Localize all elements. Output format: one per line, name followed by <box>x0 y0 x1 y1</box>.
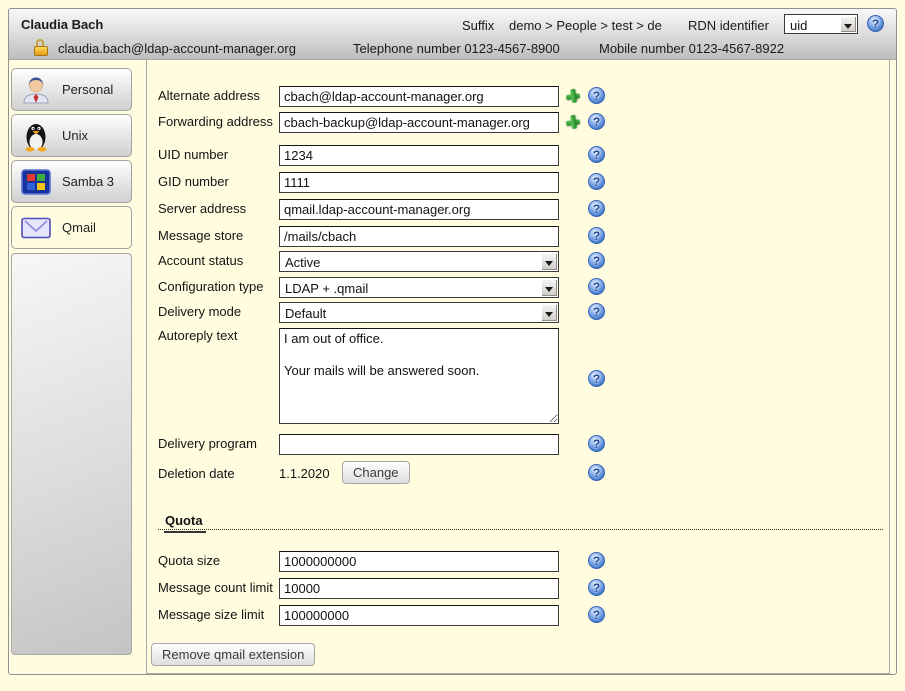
message-size-limit-label: Message size limit <box>158 607 264 622</box>
message-store-label: Message store <box>158 228 243 243</box>
delivery-mode-value: Default <box>285 306 326 321</box>
delivery-program-label: Delivery program <box>158 436 257 451</box>
telephone-value: 0123-4567-8900 <box>464 41 559 56</box>
account-status-label: Account status <box>158 253 243 268</box>
telephone-label: Telephone number <box>353 41 461 56</box>
mobile-info: Mobile number 0123-4567-8922 <box>599 41 784 56</box>
windows-icon <box>20 166 52 198</box>
chevron-down-icon[interactable] <box>541 279 557 296</box>
tab-qmail[interactable]: Qmail <box>11 206 132 249</box>
rdn-identifier-label: RDN identifier <box>688 18 769 33</box>
tab-qmail-label: Qmail <box>62 220 96 235</box>
help-icon[interactable] <box>588 278 605 295</box>
quota-section-divider: Quota <box>158 512 883 530</box>
account-status-select[interactable]: Active <box>279 251 559 272</box>
suffix-breadcrumb: demo > People > test > de <box>509 18 662 33</box>
deletion-date-value: 1.1.2020 <box>279 466 330 481</box>
delivery-mode-select[interactable]: Default <box>279 302 559 323</box>
tab-unix[interactable]: Unix <box>11 114 132 157</box>
server-address-input[interactable] <box>279 199 559 220</box>
quota-size-label: Quota size <box>158 553 220 568</box>
lock-icon[interactable] <box>33 39 49 56</box>
tab-samba3-label: Samba 3 <box>62 174 114 189</box>
autoreply-text-label: Autoreply text <box>158 328 238 343</box>
delivery-mode-label: Delivery mode <box>158 304 241 319</box>
add-alternate-address-icon[interactable] <box>564 87 582 105</box>
page: Claudia Bach Suffix demo > People > test… <box>0 0 905 691</box>
uid-number-label: UID number <box>158 147 228 162</box>
uid-number-input[interactable] <box>279 145 559 166</box>
help-icon[interactable] <box>588 606 605 623</box>
alternate-address-label: Alternate address <box>158 88 260 103</box>
rdn-identifier-select[interactable]: uid <box>784 14 858 34</box>
tab-samba3[interactable]: Samba 3 <box>11 160 132 203</box>
forwarding-address-input[interactable] <box>279 112 559 133</box>
envelope-icon <box>20 212 52 244</box>
mobile-label: Mobile number <box>599 41 685 56</box>
help-icon[interactable] <box>588 435 605 452</box>
help-icon[interactable] <box>588 303 605 320</box>
sidebar-filler <box>11 253 132 655</box>
chevron-down-icon[interactable] <box>541 304 557 321</box>
account-edit-window: Claudia Bach Suffix demo > People > test… <box>8 8 897 675</box>
message-store-input[interactable] <box>279 226 559 247</box>
help-icon[interactable] <box>588 146 605 163</box>
quota-section-heading: Quota <box>164 513 206 533</box>
delivery-program-input[interactable] <box>279 434 559 455</box>
tab-personal[interactable]: Personal <box>11 68 132 111</box>
help-icon[interactable] <box>867 15 884 32</box>
quota-size-input[interactable] <box>279 551 559 572</box>
help-icon[interactable] <box>588 552 605 569</box>
add-forwarding-address-icon[interactable] <box>564 113 582 131</box>
help-icon[interactable] <box>588 227 605 244</box>
account-status-value: Active <box>285 255 320 270</box>
change-deletion-date-button[interactable]: Change <box>342 461 410 484</box>
gid-number-label: GID number <box>158 174 229 189</box>
configuration-type-select[interactable]: LDAP + .qmail <box>279 277 559 298</box>
chevron-down-icon[interactable] <box>541 253 557 270</box>
configuration-type-label: Configuration type <box>158 279 264 294</box>
forwarding-address-label: Forwarding address <box>158 114 273 129</box>
configuration-type-value: LDAP + .qmail <box>285 281 368 296</box>
telephone-info: Telephone number 0123-4567-8900 <box>353 41 560 56</box>
page-title: Claudia Bach <box>21 17 103 32</box>
help-icon[interactable] <box>588 173 605 190</box>
penguin-icon <box>20 120 52 152</box>
account-header: Claudia Bach Suffix demo > People > test… <box>9 9 896 60</box>
tab-unix-label: Unix <box>62 128 88 143</box>
help-icon[interactable] <box>588 252 605 269</box>
tab-personal-label: Personal <box>62 82 113 97</box>
remove-qmail-extension-button[interactable]: Remove qmail extension <box>151 643 315 666</box>
chevron-down-icon[interactable] <box>840 16 856 32</box>
autoreply-textarea[interactable]: I am out of office. Your mails will be a… <box>279 328 559 424</box>
message-size-limit-input[interactable] <box>279 605 559 626</box>
help-icon[interactable] <box>588 464 605 481</box>
deletion-date-label: Deletion date <box>158 466 235 481</box>
mobile-value: 0123-4567-8922 <box>689 41 784 56</box>
help-icon[interactable] <box>588 370 605 387</box>
server-address-label: Server address <box>158 201 246 216</box>
rdn-identifier-value: uid <box>790 18 807 33</box>
help-icon[interactable] <box>588 113 605 130</box>
help-icon[interactable] <box>588 200 605 217</box>
user-email: claudia.bach@ldap-account-manager.org <box>58 41 296 56</box>
suffix-label: Suffix <box>462 18 494 33</box>
help-icon[interactable] <box>588 87 605 104</box>
alternate-address-input[interactable] <box>279 86 559 107</box>
help-icon[interactable] <box>588 579 605 596</box>
message-count-limit-input[interactable] <box>279 578 559 599</box>
gid-number-input[interactable] <box>279 172 559 193</box>
message-count-limit-label: Message count limit <box>158 580 273 595</box>
person-icon <box>20 74 52 106</box>
